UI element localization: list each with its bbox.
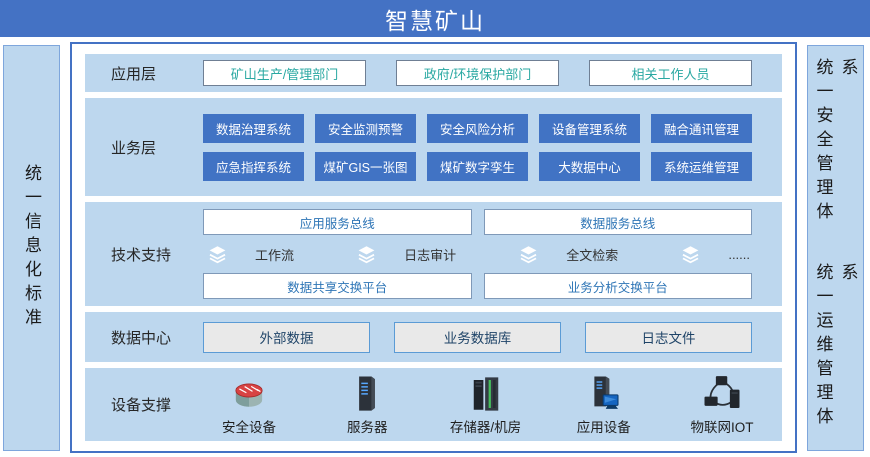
- business-btn-risk-analysis: 安全风险分析: [427, 114, 528, 143]
- business-btn-device-management: 设备管理系统: [539, 114, 640, 143]
- right-pillar-label-ops: 统一运维管理体系: [811, 263, 861, 451]
- main-architecture-panel: 应用层 矿山生产/管理部门 政府/环境保护部门 相关工作人员 业务层 数据治理系…: [70, 42, 797, 453]
- exchange-platform-row: 数据共享交换平台 业务分析交换平台: [203, 273, 752, 299]
- data-center-band: 数据中心 外部数据 业务数据库 日志文件: [85, 312, 782, 362]
- left-pillar-unified-information-standard: 统一信息化标准: [3, 45, 60, 451]
- iot-network-icon: [700, 373, 744, 415]
- equipment-item-label: 服务器: [347, 416, 388, 436]
- business-btn-gis-map: 煤矿GIS一张图: [315, 152, 416, 181]
- layers-icon: [356, 244, 377, 265]
- application-device-icon: [582, 373, 626, 415]
- external-data-box: 外部数据: [203, 322, 370, 353]
- diagram-title: 智慧矿山: [385, 2, 485, 36]
- business-layer-label: 业务层: [85, 137, 203, 158]
- middleware-workflow: 工作流: [207, 244, 294, 265]
- equipment-security-device: 安全设备: [203, 373, 295, 436]
- log-file-box: 日志文件: [585, 322, 752, 353]
- middleware-more: ......: [680, 244, 750, 265]
- equipment-application-device: 应用设备: [558, 373, 650, 436]
- application-layer-label: 应用层: [85, 63, 203, 84]
- data-sharing-platform-box: 数据共享交换平台: [203, 273, 472, 299]
- equipment-storage: 存储器/机房: [440, 373, 532, 436]
- business-btn-emergency-command: 应急指挥系统: [203, 152, 304, 181]
- equipment-item-label: 物联网IOT: [691, 416, 754, 436]
- middleware-more-label: ......: [728, 247, 750, 262]
- data-center-label: 数据中心: [85, 327, 203, 348]
- tech-support-label: 技术支持: [85, 244, 203, 265]
- equipment-label: 设备支撑: [85, 394, 203, 415]
- server-icon: [345, 373, 389, 415]
- tech-support-band: 技术支持 应用服务总线 数据服务总线 工作流: [85, 202, 782, 306]
- application-service-bus-box: 应用服务总线: [203, 209, 472, 235]
- business-layer-band: 业务层 数据治理系统 安全监测预警 安全风险分析 设备管理系统 融合通讯管理 应…: [85, 98, 782, 196]
- business-database-box: 业务数据库: [394, 322, 561, 353]
- middleware-fulltext-search-label: 全文检索: [566, 245, 618, 264]
- equipment-item-label: 存储器/机房: [450, 416, 521, 436]
- data-center-boxes: 外部数据 业务数据库 日志文件: [203, 322, 752, 353]
- right-pillar-label-security: 统一安全管理体系: [811, 58, 861, 246]
- business-btn-data-governance: 数据治理系统: [203, 114, 304, 143]
- layers-icon: [518, 244, 539, 265]
- application-box-related-staff: 相关工作人员: [589, 60, 752, 86]
- service-bus-row: 应用服务总线 数据服务总线: [203, 209, 752, 235]
- application-layer-band: 应用层 矿山生产/管理部门 政府/环境保护部门 相关工作人员: [85, 54, 782, 92]
- business-btn-digital-twin: 煤矿数字孪生: [427, 152, 528, 181]
- application-box-government-env: 政府/环境保护部门: [396, 60, 559, 86]
- diagram-title-banner: 智慧矿山: [0, 0, 870, 37]
- application-layer-boxes: 矿山生产/管理部门 政府/环境保护部门 相关工作人员: [203, 60, 752, 86]
- equipment-iot: 物联网IOT: [676, 373, 768, 436]
- middleware-log-audit-label: 日志审计: [404, 245, 456, 264]
- business-btn-converged-comms: 融合通讯管理: [651, 114, 752, 143]
- business-btn-big-data-center: 大数据中心: [539, 152, 640, 181]
- layers-icon: [207, 244, 228, 265]
- storage-rack-icon: [464, 373, 508, 415]
- smart-mine-architecture-diagram: 智慧矿山 统一信息化标准 统一安全管理体系 统一运维管理体系 应用层 矿山生产/…: [0, 0, 870, 457]
- equipment-items: 安全设备 服务器: [203, 373, 768, 436]
- equipment-server: 服务器: [321, 373, 413, 436]
- right-pillar-security-and-ops-systems: 统一安全管理体系 统一运维管理体系: [807, 45, 864, 451]
- business-analysis-platform-box: 业务分析交换平台: [484, 273, 753, 299]
- middleware-fulltext-search: 全文检索: [518, 244, 618, 265]
- business-btn-safety-monitoring: 安全监测预警: [315, 114, 416, 143]
- left-pillar-label: 统一信息化标准: [19, 164, 44, 332]
- data-service-bus-box: 数据服务总线: [484, 209, 753, 235]
- equipment-item-label: 安全设备: [222, 416, 276, 436]
- middleware-row: 工作流 日志审计: [203, 242, 752, 266]
- equipment-band: 设备支撑 安全设备: [85, 368, 782, 441]
- middleware-workflow-label: 工作流: [255, 245, 294, 264]
- application-box-mine-production: 矿山生产/管理部门: [203, 60, 366, 86]
- equipment-item-label: 应用设备: [577, 416, 631, 436]
- tech-support-content: 应用服务总线 数据服务总线 工作流: [203, 209, 752, 299]
- security-device-icon: [227, 373, 271, 415]
- middleware-log-audit: 日志审计: [356, 244, 456, 265]
- layers-icon: [680, 244, 701, 265]
- business-btn-system-ops: 系统运维管理: [651, 152, 752, 181]
- business-layer-buttons: 数据治理系统 安全监测预警 安全风险分析 设备管理系统 融合通讯管理 应急指挥系…: [203, 114, 752, 181]
